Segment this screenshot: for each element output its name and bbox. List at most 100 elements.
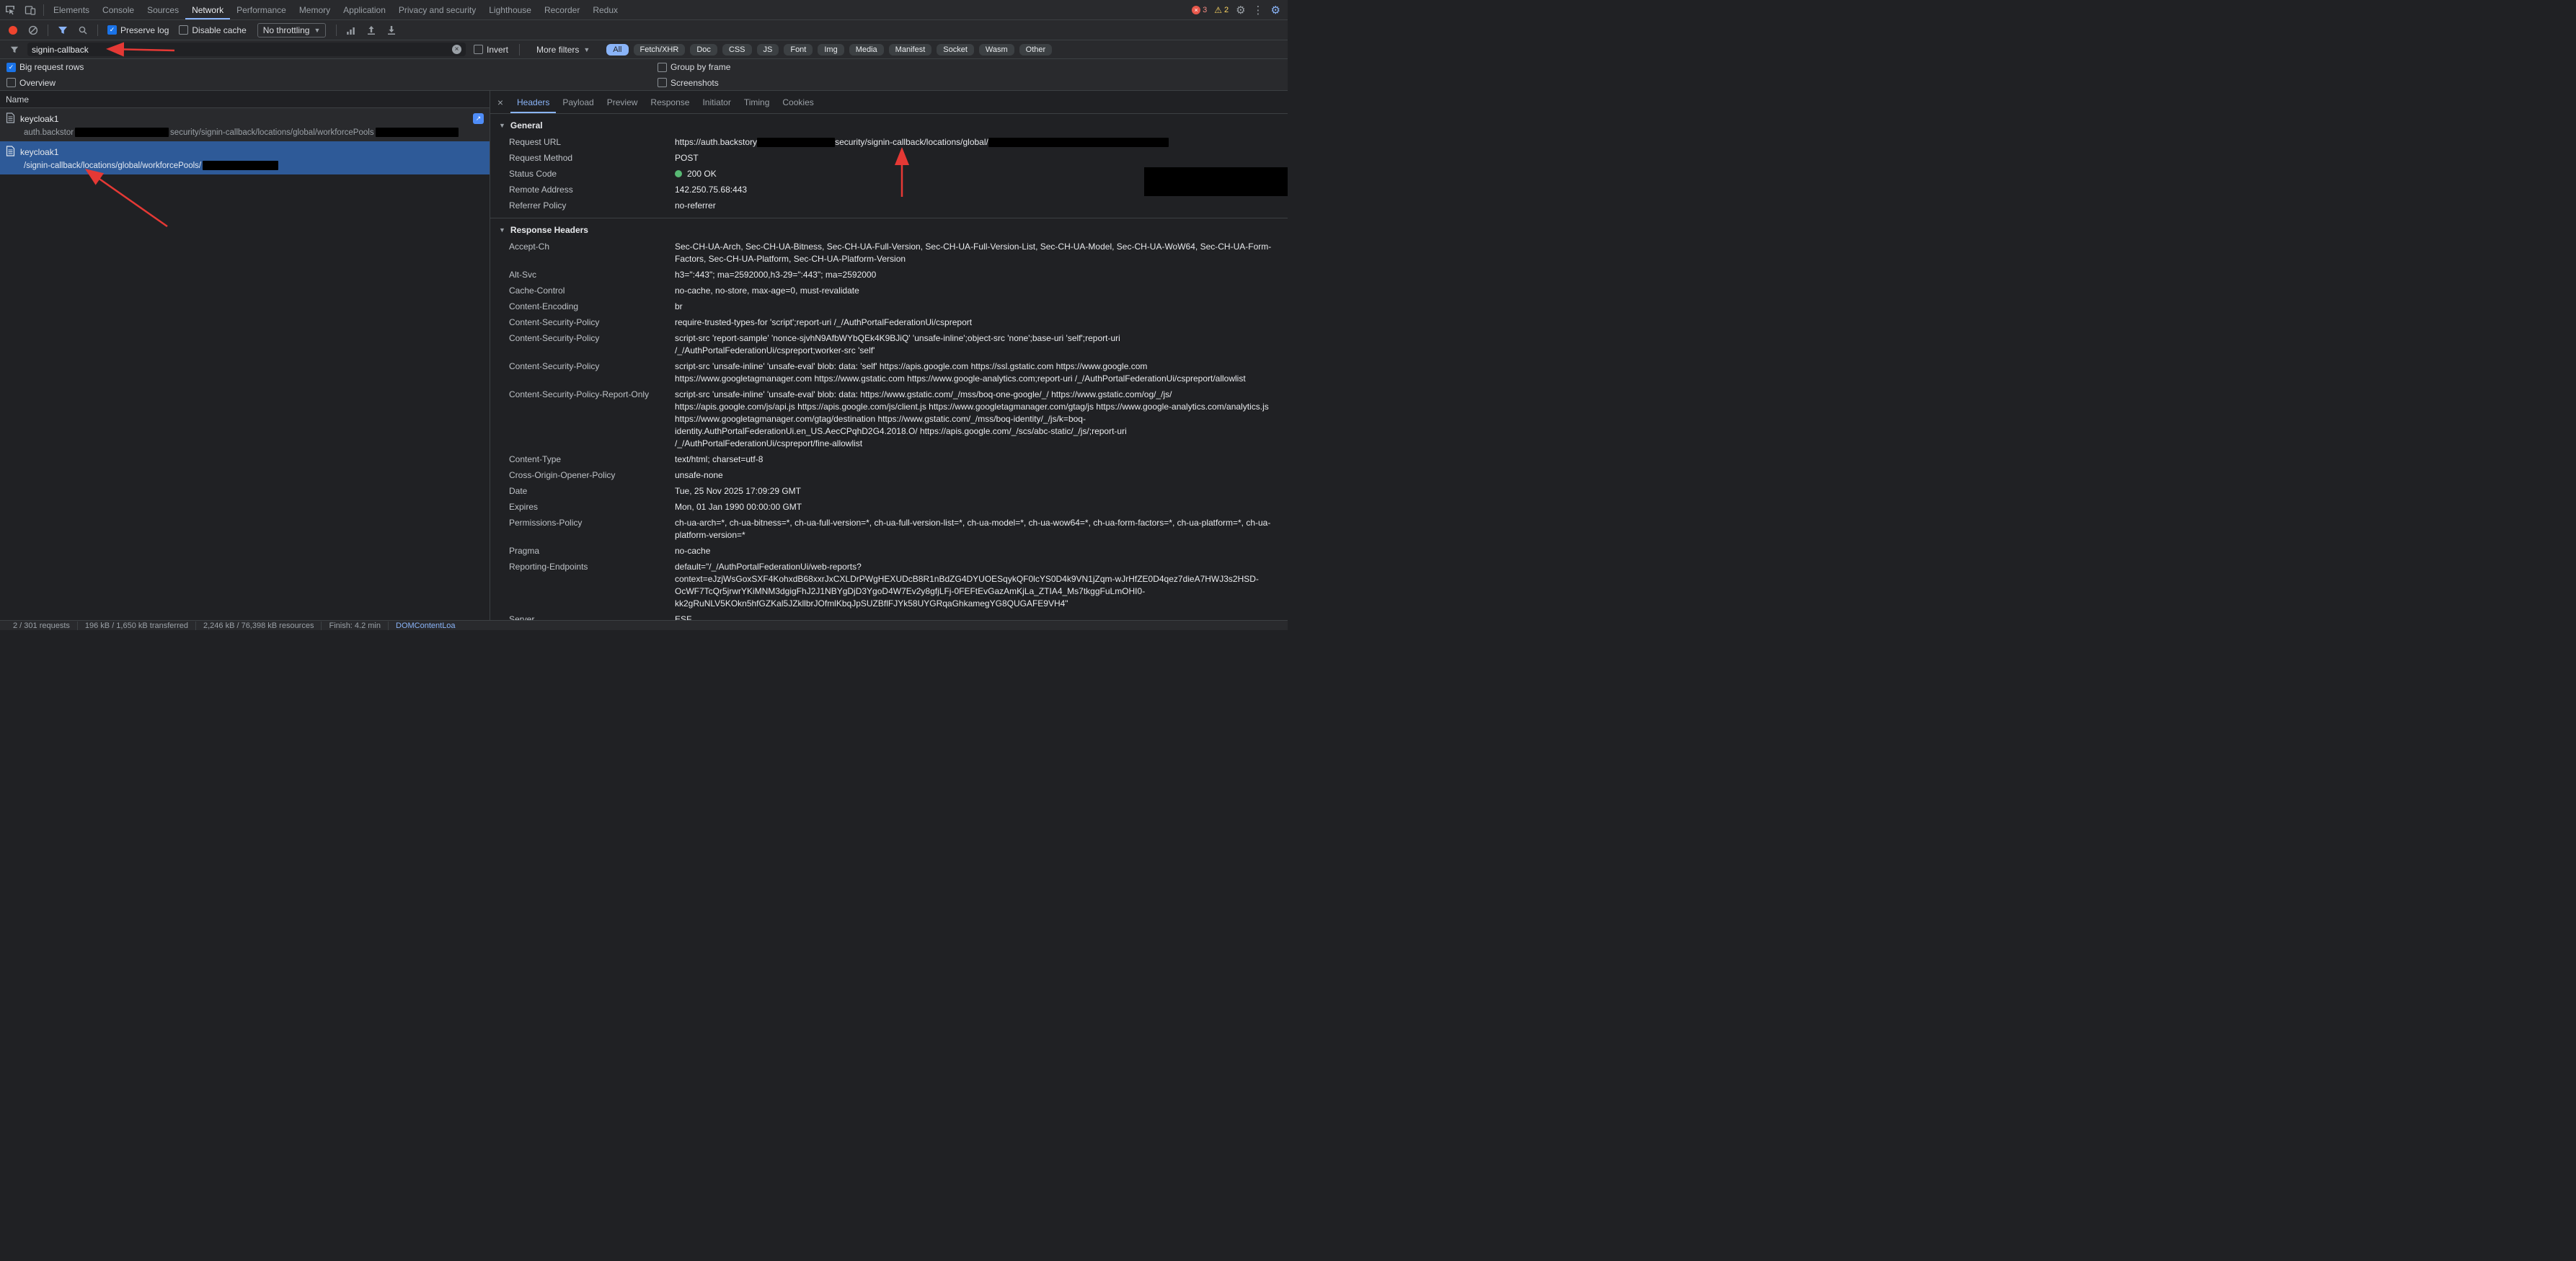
details-tab-cookies[interactable]: Cookies <box>776 91 820 113</box>
filter-chip-socket[interactable]: Socket <box>937 44 974 56</box>
response-header-row: DateTue, 25 Nov 2025 17:09:29 GMT <box>490 483 1288 499</box>
warning-icon: ⚠ <box>1214 5 1222 15</box>
export-har-icon[interactable] <box>383 22 400 38</box>
invert-filter-checkbox[interactable]: Invert <box>470 45 512 55</box>
response-header-row: Accept-ChSec-CH-UA-Arch, Sec-CH-UA-Bitne… <box>490 239 1288 267</box>
redaction-box <box>203 161 278 170</box>
request-name: keycloak1 <box>20 114 58 124</box>
more-filters-dropdown[interactable]: More filters ▼ <box>531 43 595 56</box>
tab-application[interactable]: Application <box>337 0 392 19</box>
filter-chip-fetch-xhr[interactable]: Fetch/XHR <box>634 44 686 56</box>
response-header-row: Content-Security-Policy-Report-Onlyscrip… <box>490 386 1288 451</box>
overview-label: Overview <box>19 78 56 88</box>
tab-elements[interactable]: Elements <box>47 0 96 19</box>
tab-console[interactable]: Console <box>96 0 141 19</box>
request-list-panel: Name keycloak1 ↗ auth.backstorsecurity/s… <box>0 91 490 620</box>
resource-type-chips: All Fetch/XHR Doc CSS JS Font Img Media … <box>606 44 1052 56</box>
clear-filter-icon[interactable]: × <box>452 45 461 54</box>
response-header-row: Permissions-Policych-ua-arch=*, ch-ua-bi… <box>490 515 1288 543</box>
general-section-header[interactable]: ▼ General <box>490 115 1288 134</box>
response-headers-section-header[interactable]: ▼ Response Headers <box>490 218 1288 239</box>
status-ok-icon <box>675 170 682 177</box>
request-row-keycloak1-selected[interactable]: keycloak1 /signin-callback/locations/glo… <box>0 141 490 174</box>
document-icon <box>6 146 15 159</box>
filter-chip-media[interactable]: Media <box>849 44 884 56</box>
response-header-row: Reporting-Endpointsdefault="/_/AuthPorta… <box>490 559 1288 611</box>
error-icon: × <box>1192 6 1200 14</box>
group-by-frame-label: Group by frame <box>670 62 730 72</box>
network-status-bar: 2 / 301 requests 196 kB / 1,650 kB trans… <box>0 620 1288 630</box>
filter-funnel-icon[interactable] <box>54 22 71 38</box>
tab-sources[interactable]: Sources <box>141 0 185 19</box>
disclosure-triangle-icon: ▼ <box>499 226 505 234</box>
details-tab-headers[interactable]: Headers <box>510 91 556 113</box>
name-column-header[interactable]: Name <box>0 91 490 108</box>
devtools-panel-tabs: Elements Console Sources Network Perform… <box>47 0 624 19</box>
divider <box>97 25 98 36</box>
details-tab-initiator[interactable]: Initiator <box>696 91 737 113</box>
response-header-row: Alt-Svch3=":443"; ma=2592000,h3-29=":443… <box>490 267 1288 283</box>
redaction-box <box>75 128 169 137</box>
filter-chip-other[interactable]: Other <box>1019 44 1053 56</box>
response-header-row: Pragmano-cache <box>490 543 1288 559</box>
filter-chip-css[interactable]: CSS <box>722 44 752 56</box>
divider <box>519 44 520 56</box>
filter-chip-js[interactable]: JS <box>757 44 779 56</box>
inspect-element-icon[interactable] <box>0 0 20 19</box>
dom-content-loaded-time: DOMContentLoa <box>388 621 463 630</box>
response-header-row: ServerESF <box>490 611 1288 620</box>
requests-count: 2 / 301 requests <box>6 621 77 630</box>
device-toolbar-icon[interactable] <box>20 0 40 19</box>
tab-privacy-and-security[interactable]: Privacy and security <box>392 0 482 19</box>
screenshots-checkbox[interactable]: Screenshots <box>654 78 722 88</box>
console-warnings-badge[interactable]: ⚠ 2 <box>1214 5 1229 15</box>
tab-lighthouse[interactable]: Lighthouse <box>482 0 538 19</box>
more-options-kebab-icon[interactable]: ⋮ <box>1253 4 1264 17</box>
filter-chip-font[interactable]: Font <box>784 44 813 56</box>
chevron-down-icon: ▼ <box>314 27 320 34</box>
redaction-box <box>757 138 835 147</box>
filter-chip-all[interactable]: All <box>606 44 628 56</box>
open-in-sources-icon[interactable]: ↗ <box>473 113 484 124</box>
filter-chip-doc[interactable]: Doc <box>690 44 717 56</box>
tab-recorder[interactable]: Recorder <box>538 0 586 19</box>
overview-checkbox[interactable]: Overview <box>3 78 59 88</box>
filter-chip-manifest[interactable]: Manifest <box>889 44 932 56</box>
record-network-log-button[interactable] <box>4 22 22 38</box>
blue-gear-icon[interactable]: ⚙ <box>1271 4 1280 17</box>
tab-network[interactable]: Network <box>185 0 230 19</box>
request-row-keycloak1-first[interactable]: keycloak1 ↗ auth.backstorsecurity/signin… <box>0 108 490 141</box>
clear-network-log-icon[interactable] <box>25 22 42 38</box>
divider <box>336 25 337 36</box>
redaction-box <box>376 128 459 137</box>
close-details-icon[interactable]: × <box>490 97 510 108</box>
big-request-rows-checkbox[interactable]: ✓ Big request rows <box>3 62 87 72</box>
console-errors-badge[interactable]: × 3 <box>1192 6 1207 14</box>
throttling-dropdown[interactable]: No throttling ▼ <box>257 23 327 37</box>
preserve-log-checkbox[interactable]: ✓ Preserve log <box>104 25 172 35</box>
response-header-row: Content-Security-Policyscript-src 'repor… <box>490 330 1288 358</box>
details-tab-timing[interactable]: Timing <box>738 91 776 113</box>
search-icon[interactable] <box>74 22 92 38</box>
more-filters-label: More filters <box>536 45 579 55</box>
preserve-log-label: Preserve log <box>120 25 169 35</box>
filter-input[interactable] <box>32 45 452 55</box>
network-conditions-icon[interactable] <box>342 22 360 38</box>
network-toolbar: ✓ Preserve log Disable cache No throttli… <box>0 20 1288 40</box>
details-tab-payload[interactable]: Payload <box>556 91 600 113</box>
filter-chip-img[interactable]: Img <box>818 44 844 56</box>
details-tab-response[interactable]: Response <box>644 91 696 113</box>
import-har-icon[interactable] <box>363 22 380 38</box>
group-by-frame-checkbox[interactable]: Group by frame <box>654 62 734 72</box>
details-tab-strip: × Headers Payload Preview Response Initi… <box>490 91 1288 114</box>
request-path: auth.backstorsecurity/signin-callback/lo… <box>6 125 484 139</box>
tab-performance[interactable]: Performance <box>230 0 293 19</box>
tab-memory[interactable]: Memory <box>293 0 337 19</box>
network-main-area: Name keycloak1 ↗ auth.backstorsecurity/s… <box>0 91 1288 620</box>
tab-redux[interactable]: Redux <box>586 0 624 19</box>
filter-input-container: × <box>27 43 466 56</box>
filter-chip-wasm[interactable]: Wasm <box>979 44 1014 56</box>
settings-gear-icon[interactable]: ⚙ <box>1236 4 1245 17</box>
details-tab-preview[interactable]: Preview <box>601 91 645 113</box>
disable-cache-checkbox[interactable]: Disable cache <box>175 25 249 35</box>
